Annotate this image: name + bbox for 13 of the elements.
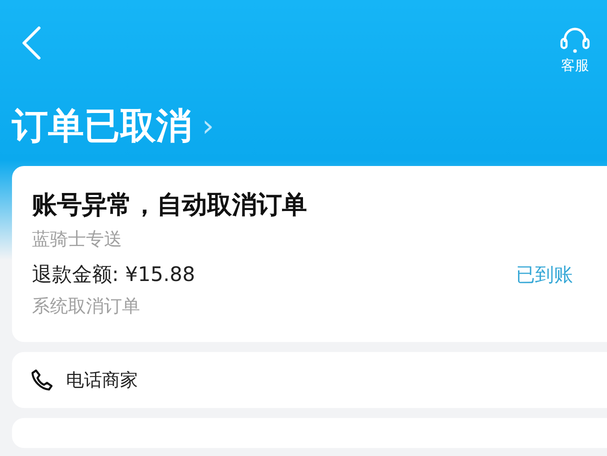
phone-icon [30,368,54,392]
call-merchant-label[interactable]: 电话商家 [66,368,138,392]
delivery-label: 蓝骑士专送 [32,228,123,251]
order-status-title: 订单已取消 [12,105,192,149]
contact-card[interactable]: 电话商家 [12,352,607,408]
refund-status[interactable]: 已到账 [516,262,573,288]
headset-icon[interactable] [559,26,591,54]
cancel-reason: 账号异常，自动取消订单 [32,189,308,221]
refund-amount: 退款金额: ¥15.88 [32,261,196,288]
customer-service-label[interactable]: 客服 [561,57,589,75]
cancel-note: 系统取消订单 [32,295,141,318]
back-icon[interactable] [20,26,42,60]
chevron-icon[interactable]: › [202,109,214,144]
